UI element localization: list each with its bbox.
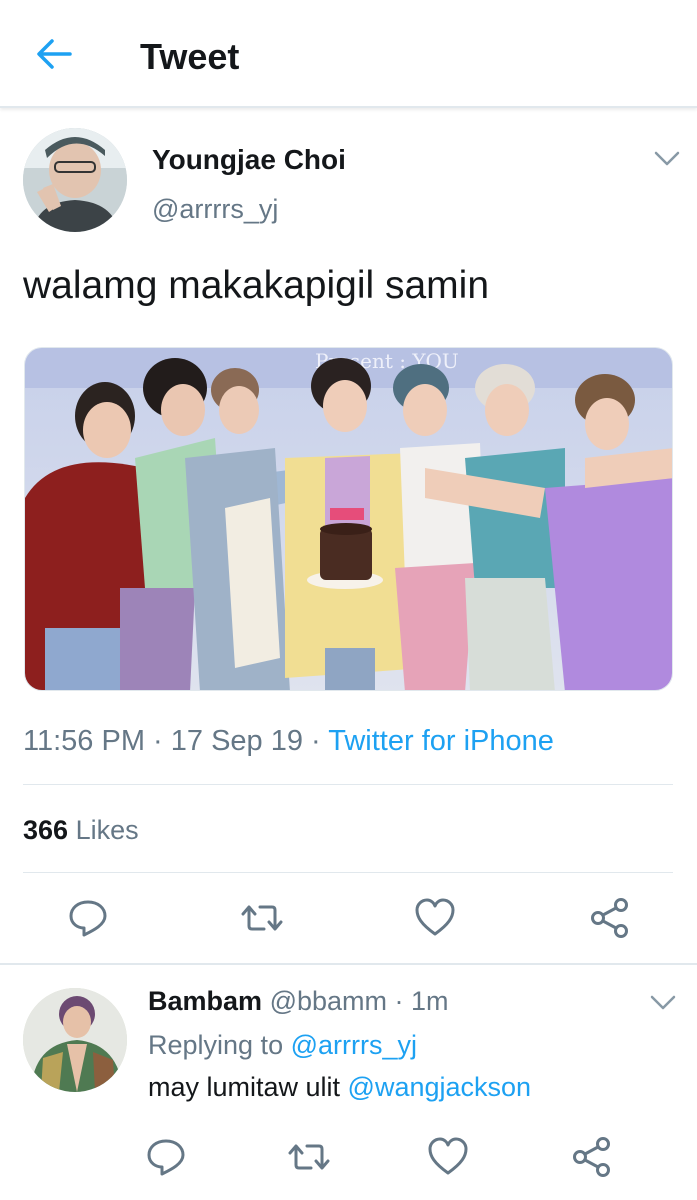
tweet-photo[interactable]: Present : YOU	[24, 347, 673, 691]
likes-label: Likes	[68, 815, 139, 845]
reply-time: 1m	[411, 986, 449, 1016]
retweet-icon[interactable]	[240, 896, 284, 940]
mention-link[interactable]: @wangjackson	[348, 1072, 532, 1102]
retweet-icon[interactable]	[287, 1135, 331, 1179]
tweet-source-link[interactable]: Twitter for iPhone	[328, 725, 554, 757]
arrow-left-icon	[37, 39, 72, 69]
author-avatar[interactable]	[23, 128, 127, 232]
top-bar: Tweet	[0, 0, 697, 108]
tweet-text: walamg makakapigil samin	[23, 264, 490, 307]
avatar-image	[23, 128, 127, 232]
tweet-time: 11:56 PM	[23, 725, 145, 757]
like-icon[interactable]	[426, 1135, 470, 1179]
tweet-date: 17 Sep 19	[170, 725, 303, 757]
reply-text: may lumitaw ulit @wangjackson	[148, 1072, 531, 1103]
meta-separator: ·	[144, 725, 171, 757]
back-button[interactable]	[30, 33, 76, 75]
likes-count[interactable]: 366 Likes	[23, 815, 139, 846]
divider	[23, 784, 673, 785]
reply-header: Bambam @bbamm · 1m	[148, 986, 449, 1017]
reply-body: may lumitaw ulit	[148, 1072, 348, 1102]
reply-separator: ·	[387, 986, 412, 1016]
author-handle[interactable]: @arrrrs_yj	[152, 194, 278, 225]
divider	[23, 872, 673, 873]
reply-author-avatar[interactable]	[23, 988, 127, 1092]
reply-author-handle[interactable]: @bbamm	[270, 986, 387, 1016]
meta-separator: ·	[303, 725, 329, 757]
chevron-down-icon[interactable]	[654, 151, 680, 167]
group-photo-image: Present : YOU	[25, 348, 672, 690]
replying-to: Replying to @arrrrs_yj	[148, 1030, 417, 1061]
section-divider	[0, 963, 697, 965]
replying-to-prefix: Replying to	[148, 1030, 291, 1060]
replying-to-link[interactable]: @arrrrs_yj	[291, 1030, 417, 1060]
author-name[interactable]: Youngjae Choi	[152, 144, 346, 176]
reply-icon[interactable]	[66, 896, 110, 940]
chevron-down-icon[interactable]	[650, 995, 676, 1011]
share-icon[interactable]	[588, 896, 632, 940]
reply-author-name[interactable]: Bambam	[148, 986, 262, 1016]
page-title: Tweet	[140, 36, 240, 77]
avatar-image	[23, 988, 127, 1092]
reply-icon[interactable]	[144, 1135, 188, 1179]
like-icon[interactable]	[413, 896, 457, 940]
tweet-meta: 11:56 PM · 17 Sep 19 · Twitter for iPhon…	[23, 725, 554, 758]
likes-number: 366	[23, 815, 69, 845]
share-icon[interactable]	[570, 1135, 614, 1179]
